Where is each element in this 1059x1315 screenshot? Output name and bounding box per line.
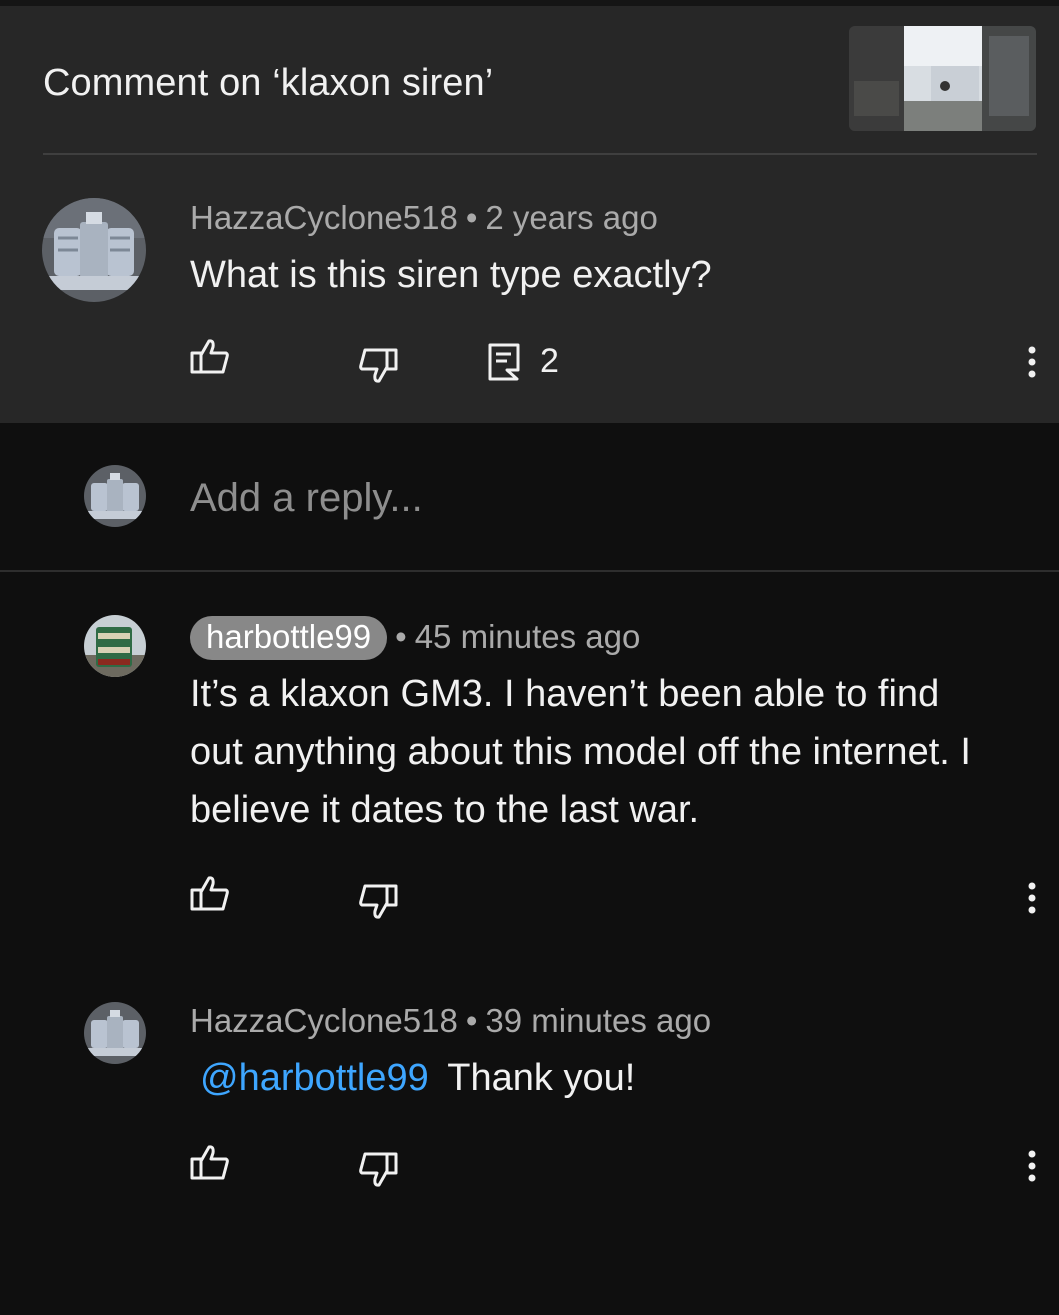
dislike-icon[interactable] [358,346,398,391]
comment-meta: HazzaCyclone518 • 2 years ago [190,199,658,237]
avatar[interactable] [42,198,146,302]
meta-separator: • [395,618,407,655]
meta-separator: • [465,1002,478,1039]
reply-meta: HazzaCyclone518 • 39 minutes ago [190,1002,711,1040]
like-icon[interactable] [190,873,230,918]
reply-text-line: out anything about this model off the in… [190,731,971,773]
like-icon[interactable] [190,1142,230,1187]
reply-text-line: believe it dates to the last war. [190,789,700,831]
comment-author[interactable]: HazzaCyclone518 [190,199,458,236]
header-divider [43,153,1037,155]
reply-time: 45 minutes ago [414,618,641,655]
comment-time: 2 years ago [485,199,658,236]
more-options-icon[interactable] [1024,1146,1040,1191]
add-reply-input[interactable]: Add a reply... [190,476,423,521]
avatar[interactable] [84,615,146,677]
reply-text: It’s a klaxon GM3. I haven’t been able t… [190,665,1050,839]
reply-author[interactable]: HazzaCyclone518 [190,1002,458,1039]
reply-meta: harbottle99 • 45 minutes ago [190,616,640,660]
comment-header-panel: Comment on ‘klaxon siren’ HazzaCyclone51… [0,6,1059,423]
like-icon[interactable] [190,336,230,381]
page-title: Comment on ‘klaxon siren’ [43,62,494,104]
reply-text-line: It’s a klaxon GM3. I haven’t been able t… [190,673,940,715]
user-mention-link[interactable]: @harbottle99 [200,1057,429,1099]
reply-author-badge[interactable]: harbottle99 [190,616,388,660]
comment-text: What is this siren type exactly? [190,254,712,296]
current-user-avatar [84,465,146,527]
replies-icon[interactable] [487,342,521,387]
more-options-icon[interactable] [1024,878,1040,923]
dislike-icon[interactable] [358,1150,398,1195]
more-options-icon[interactable] [1024,342,1040,387]
avatar[interactable] [84,1002,146,1064]
reply-text: @harbottle99 Thank you! [200,1049,635,1107]
reply-count: 2 [540,342,559,380]
dislike-icon[interactable] [358,882,398,927]
reply-time: 39 minutes ago [485,1002,712,1039]
reply-message: Thank you! [447,1057,636,1099]
video-thumbnail[interactable] [849,26,1036,131]
meta-separator: • [465,199,478,236]
reply-divider [0,570,1059,572]
